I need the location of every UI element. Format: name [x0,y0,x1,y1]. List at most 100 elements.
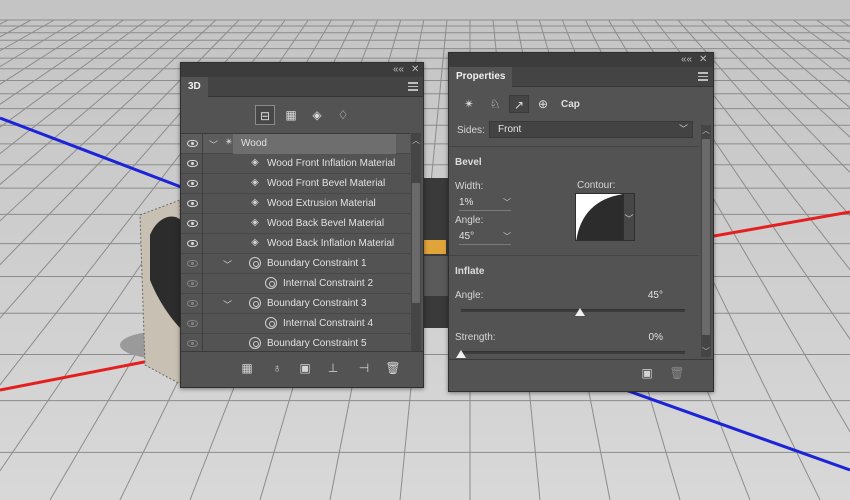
tab-3d[interactable]: 3D [181,77,208,98]
properties-scrollbar[interactable]: ︿ ﹀ [701,125,711,357]
bevel-width-input[interactable]: 1% ﹀ [459,196,511,211]
bevel-title: Bevel [455,157,482,168]
light-icon[interactable]: ♁ [269,360,285,376]
layer-label: Boundary Constraint 1 [267,258,367,269]
render-icon[interactable]: ▣ [297,360,313,376]
visibility-toggle[interactable] [181,214,203,234]
panel-titlebar[interactable]: «« ✕ [449,53,713,67]
layer-row[interactable]: Internal Constraint 4 [181,314,410,334]
chevron-down-icon[interactable]: ﹀ [223,298,232,311]
layer-list-scrollbar[interactable]: ︿ [411,133,421,354]
bevel-width-value: 1% [459,197,474,208]
contour-preview[interactable] [575,193,623,241]
panel-titlebar[interactable]: «« ✕ [181,63,423,77]
sides-select[interactable]: Front ﹀ [489,121,693,138]
chevron-down-icon: ﹀ [678,124,688,134]
tab-properties[interactable]: Properties [449,67,513,88]
inflate-strength-value[interactable]: 0% [629,332,663,343]
scrollbar-thumb[interactable] [702,139,710,335]
material-icon: ◈ [251,197,259,208]
eye-icon [187,160,198,167]
layer-label: Boundary Constraint 3 [267,298,367,309]
meshes-filter-icon[interactable]: ▦ [281,105,301,125]
deform-mode-icon[interactable]: ♘ [485,95,505,113]
layer-label: Wood Back Inflation Material [267,238,395,249]
layer-row[interactable]: ◈ Wood Back Bevel Material [181,214,410,234]
inflate-angle-slider-thumb[interactable] [574,308,585,316]
layer-label: Wood Front Inflation Material [267,158,396,169]
layer-row[interactable]: ﹀ Boundary Constraint 3 [181,294,410,314]
constraint-icon [249,297,261,309]
constraint-icon[interactable]: ⊣ [356,360,372,376]
constraint-icon [249,337,261,349]
mode-label: Cap [561,99,580,110]
sides-value: Front [498,124,522,135]
coordinates-mode-icon[interactable]: ⊕ [533,95,553,113]
collapse-icon[interactable]: «« [681,54,692,66]
visibility-toggle[interactable] [181,234,203,254]
scroll-down-icon[interactable]: ﹀ [702,346,710,357]
inflate-strength-slider-track[interactable] [461,351,685,354]
eye-icon [187,200,198,207]
cap-mode-icon[interactable]: ↗ [509,95,529,113]
panel-tab-row: 3D [181,77,423,98]
panel-menu-icon[interactable] [408,82,418,91]
inflate-strength-label: Strength: [455,332,496,343]
chevron-down-icon[interactable]: ﹀ [223,258,232,271]
bevel-angle-input[interactable]: 45° ﹀ [459,230,511,245]
material-icon: ◈ [251,157,259,168]
materials-filter-icon[interactable]: ◈ [307,105,327,125]
layer-label: Wood Extrusion Material [267,198,376,209]
ground-icon[interactable]: ⊥ [325,360,341,376]
trash-icon[interactable]: 🗑 [669,365,685,381]
eye-icon [187,240,198,247]
layer-row[interactable]: ◈ Wood Extrusion Material [181,194,410,214]
contour-dropdown-icon[interactable]: ﹀ [623,193,635,241]
inflate-angle-label: Angle: [455,290,484,301]
scroll-up-icon[interactable]: ︿ [412,135,420,146]
chevron-down-icon: ﹀ [503,232,511,241]
contour-label: Contour: [577,180,616,191]
chevron-down-icon[interactable]: ﹀ [209,138,218,151]
visibility-toggle[interactable] [181,314,203,334]
layer-row[interactable]: Internal Constraint 2 [181,274,410,294]
inflate-strength-slider-thumb[interactable] [456,350,466,358]
layer-label: Internal Constraint 4 [283,318,374,329]
layer-row[interactable]: ﹀ Boundary Constraint 1 [181,254,410,274]
lights-filter-icon[interactable]: ♢ [333,105,353,125]
trash-icon[interactable]: 🗑 [385,360,401,376]
visibility-toggle[interactable] [181,174,203,194]
collapse-icon[interactable]: «« [393,64,404,76]
visibility-toggle[interactable] [181,294,203,314]
layer-row[interactable]: ◈ Wood Front Bevel Material [181,174,410,194]
visibility-toggle[interactable] [181,254,203,274]
close-icon[interactable]: ✕ [411,64,419,76]
panel-tab-row: Properties [449,67,713,88]
close-icon[interactable]: ✕ [699,54,707,66]
inflate-angle-value[interactable]: 45° [629,290,663,301]
eye-icon [187,220,198,227]
scroll-up-icon[interactable]: ︿ [702,125,710,136]
3d-viewport[interactable] [0,0,850,500]
visibility-toggle[interactable] [181,274,203,294]
scene-filter-icon[interactable]: ⊟ [255,105,275,125]
scrollbar-thumb[interactable] [412,183,420,303]
bevel-angle-label: Angle: [455,215,484,226]
divider [449,146,699,147]
layer-row[interactable]: ◈ Wood Back Inflation Material [181,234,410,254]
inflate-angle-slider-track[interactable] [461,309,685,312]
render-icon[interactable]: ▣ [639,365,655,381]
mesh-icon: ✴ [224,137,234,148]
mesh-icon[interactable]: ▦ [239,360,255,376]
visibility-toggle[interactable] [181,194,203,214]
constraint-icon [265,317,277,329]
panel-menu-icon[interactable] [698,72,708,81]
layer-label: Wood [241,138,267,149]
mesh-mode-icon[interactable]: ✴ [459,95,479,113]
eye-icon [187,300,198,307]
layer-row[interactable]: ﹀ ✴ Wood [181,134,410,154]
layer-row[interactable]: ◈ Wood Front Inflation Material [181,154,410,174]
visibility-toggle[interactable] [181,134,203,154]
visibility-toggle[interactable] [181,154,203,174]
bevel-width-label: Width: [455,181,484,192]
